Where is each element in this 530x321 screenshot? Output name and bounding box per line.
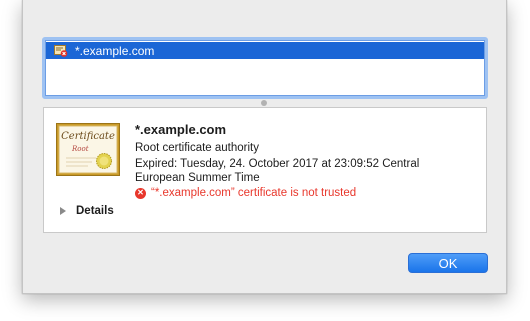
trust-warning-text: “*.example.com” certificate is not trust…: [151, 187, 357, 199]
error-x-icon: ✕: [135, 187, 146, 199]
disclosure-triangle-icon[interactable]: [60, 207, 66, 215]
certificate-dialog: *.example.com Certificate Root *.example…: [22, 0, 507, 294]
certificate-image-subtitle: Root: [71, 145, 89, 153]
certificate-detail-panel: Certificate Root *.example.com Root cert…: [43, 107, 487, 233]
certificate-list-row-selected[interactable]: *.example.com: [46, 42, 484, 59]
splitter-handle[interactable]: [261, 100, 267, 106]
certificate-error-icon: [54, 44, 68, 57]
certificate-expiry-line-1: Expired: Tuesday, 24. October 2017 at 23…: [135, 158, 420, 170]
certificate-list[interactable]: *.example.com: [42, 37, 488, 99]
certificate-issuer-type: Root certificate authority: [135, 142, 260, 154]
certificate-list-row-label: *.example.com: [75, 43, 155, 58]
trust-warning: ✕ “*.example.com” certificate is not tru…: [135, 187, 356, 199]
certificate-list-frame: *.example.com: [45, 40, 485, 96]
certificate-title: *.example.com: [135, 122, 227, 137]
ok-button[interactable]: OK: [408, 253, 488, 273]
certificate-image-title: Certificate: [61, 131, 115, 142]
details-disclosure[interactable]: Details: [60, 205, 114, 217]
certificate-expiry-line-2: European Summer Time: [135, 172, 260, 184]
certificate-image: Certificate Root: [56, 123, 120, 176]
details-label[interactable]: Details: [76, 205, 114, 217]
